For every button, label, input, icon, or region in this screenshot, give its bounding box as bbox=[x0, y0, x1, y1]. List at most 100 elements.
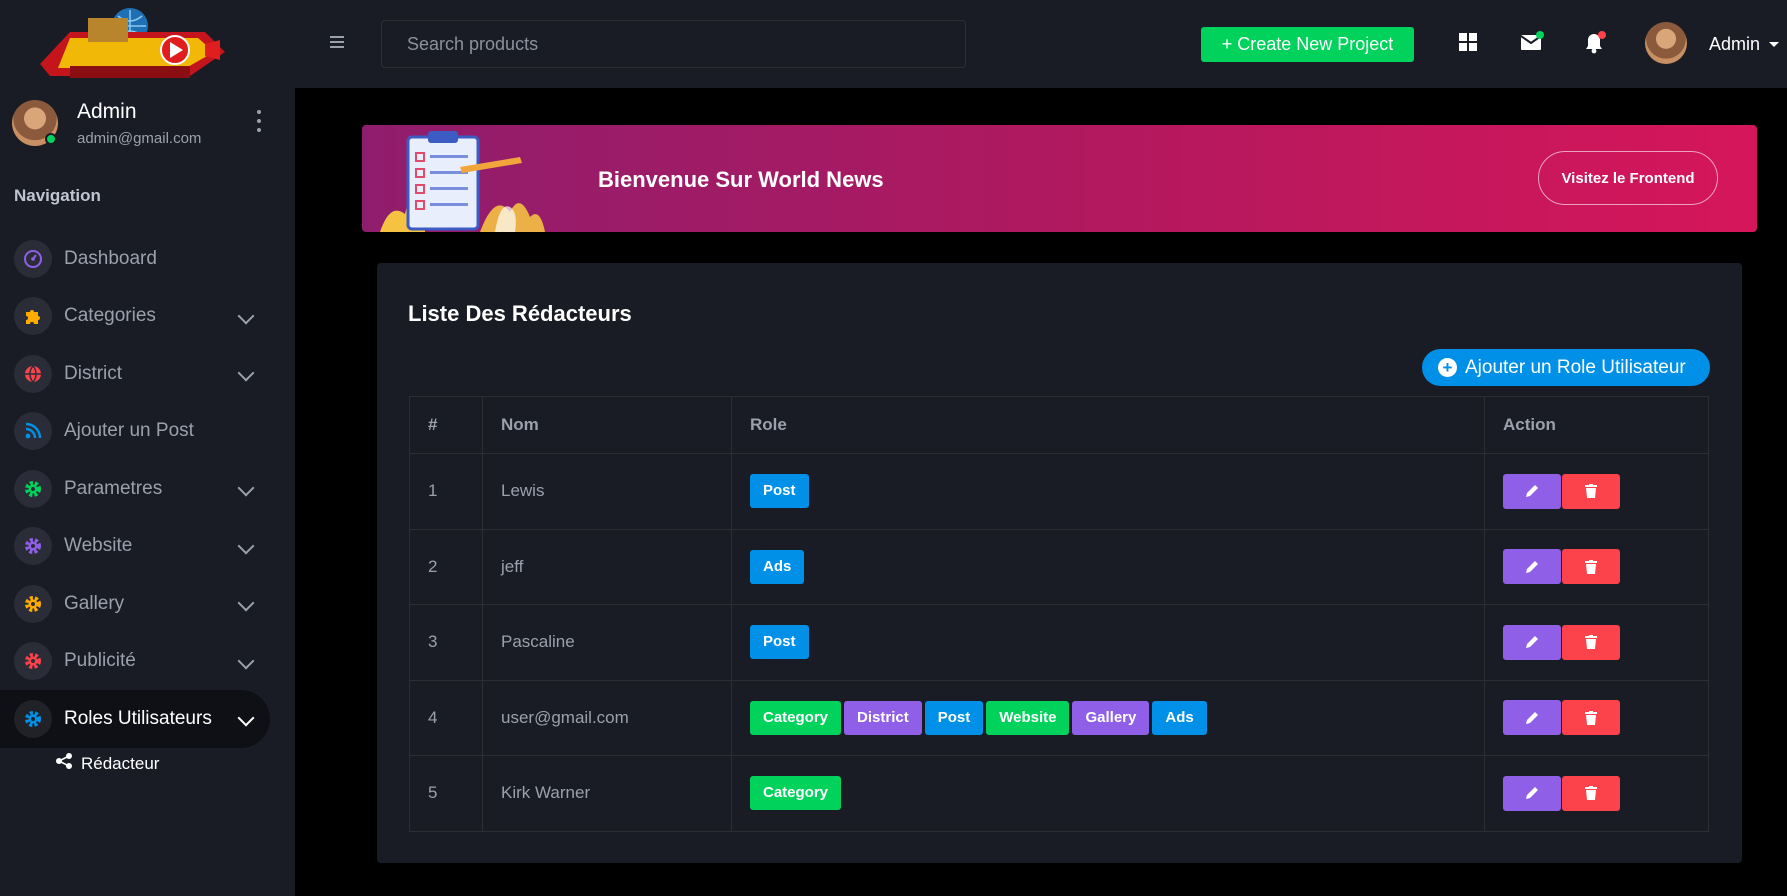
sidebar-item-label: Roles Utilisateurs bbox=[64, 707, 212, 729]
pencil-icon bbox=[1526, 485, 1538, 498]
add-role-button[interactable]: + Ajouter un Role Utilisateur bbox=[1422, 349, 1710, 386]
sidebar-item-publicite[interactable]: Publicité bbox=[0, 633, 295, 691]
row-roles: Ads bbox=[731, 528, 1485, 605]
row-actions bbox=[1484, 679, 1709, 756]
row-actions bbox=[1484, 528, 1709, 605]
puzzle-icon bbox=[14, 297, 52, 336]
sidebar-item-label: Dashboard bbox=[64, 247, 157, 269]
edit-button[interactable] bbox=[1503, 473, 1561, 509]
nav-title: Navigation bbox=[14, 186, 101, 205]
role-badge: Ads bbox=[750, 549, 805, 584]
trash-icon bbox=[1585, 484, 1597, 499]
sidebar: Admin admin@gmail.com Navigation Dashboa… bbox=[0, 0, 295, 896]
sidebar-item-label: Ajouter un Post bbox=[64, 420, 194, 442]
header-number: # bbox=[409, 396, 483, 454]
table-header-row: # Nom Role Action bbox=[409, 396, 1709, 454]
role-badge: Ads bbox=[1152, 700, 1207, 735]
welcome-banner: Bienvenue Sur World News Visitez le Fron… bbox=[362, 125, 1757, 232]
chevron-down-icon bbox=[237, 307, 255, 324]
pencil-icon bbox=[1526, 711, 1538, 724]
notification-dot bbox=[1598, 31, 1606, 39]
create-project-button[interactable]: + Create New Project bbox=[1201, 27, 1414, 62]
sidebar-item-ajouter-post[interactable]: Ajouter un Post bbox=[0, 403, 295, 461]
sidebar-subitem-redacteur[interactable]: Rédacteur bbox=[55, 752, 159, 775]
sidebar-profile[interactable]: Admin admin@gmail.com bbox=[12, 96, 282, 156]
sidebar-item-roles-utilisateurs[interactable]: Roles Utilisateurs bbox=[0, 690, 270, 748]
header-nom: Nom bbox=[482, 396, 732, 454]
grid-icon[interactable] bbox=[1458, 32, 1480, 54]
sidebar-item-gallery[interactable]: Gallery bbox=[0, 575, 295, 633]
header-action: Action bbox=[1484, 396, 1709, 454]
sidebar-item-dashboard[interactable]: Dashboard bbox=[0, 230, 295, 288]
mail-icon[interactable] bbox=[1520, 31, 1544, 54]
card-title: Liste Des Rédacteurs bbox=[408, 301, 632, 326]
user-menu-label[interactable]: Admin bbox=[1709, 34, 1760, 55]
share-icon bbox=[55, 752, 73, 775]
delete-button[interactable] bbox=[1562, 700, 1620, 736]
edit-button[interactable] bbox=[1503, 700, 1561, 736]
role-badge: Post bbox=[750, 474, 809, 509]
row-actions bbox=[1484, 453, 1709, 530]
row-name: Pascaline bbox=[482, 604, 732, 681]
delete-button[interactable] bbox=[1562, 624, 1620, 660]
row-name: jeff bbox=[482, 528, 732, 605]
row-roles: Category District Post Website Gallery Ads bbox=[731, 679, 1485, 756]
delete-button[interactable] bbox=[1562, 775, 1620, 811]
role-badge: Post bbox=[750, 625, 809, 660]
gear-icon bbox=[14, 642, 52, 681]
sidebar-subitem-label: Rédacteur bbox=[81, 753, 160, 773]
pencil-icon bbox=[1526, 560, 1538, 573]
sidebar-item-label: Categories bbox=[64, 305, 156, 327]
clipboard-illustration bbox=[380, 127, 555, 232]
bell-icon[interactable] bbox=[1584, 31, 1606, 54]
profile-name: Admin bbox=[77, 100, 137, 123]
edit-button[interactable] bbox=[1503, 624, 1561, 660]
table-row: 5 Kirk Warner Category bbox=[409, 755, 1709, 832]
chevron-down-icon bbox=[237, 364, 255, 382]
caret-down-icon[interactable] bbox=[1769, 42, 1779, 47]
pencil-icon bbox=[1526, 636, 1538, 649]
sidebar-item-website[interactable]: Website bbox=[0, 518, 295, 576]
row-roles: Post bbox=[731, 453, 1485, 530]
chevron-down-icon bbox=[237, 537, 255, 554]
chevron-down-icon bbox=[237, 594, 255, 612]
chevron-down-icon bbox=[237, 652, 255, 669]
sidebar-item-label: Website bbox=[64, 535, 133, 557]
kebab-menu-icon[interactable] bbox=[255, 110, 263, 132]
redacteurs-card: Liste Des Rédacteurs + Ajouter un Role U… bbox=[377, 263, 1742, 863]
sidebar-item-parametres[interactable]: Parametres bbox=[0, 460, 295, 518]
role-badge: District bbox=[844, 700, 922, 735]
gear-icon bbox=[14, 527, 52, 566]
sidebar-item-label: Parametres bbox=[64, 477, 163, 499]
redacteurs-table: # Nom Role Action 1 Lewis Post 2 jeff Ad… bbox=[409, 396, 1709, 832]
sidebar-item-categories[interactable]: Categories bbox=[0, 288, 295, 346]
sidebar-item-district[interactable]: District bbox=[0, 345, 295, 403]
chevron-down-icon bbox=[237, 709, 255, 727]
speedometer-icon bbox=[14, 239, 52, 278]
user-avatar[interactable] bbox=[1645, 22, 1687, 64]
table-row: 4 user@gmail.com Category District Post Web… bbox=[409, 679, 1709, 756]
row-name: Kirk Warner bbox=[482, 755, 732, 832]
delete-button[interactable] bbox=[1562, 473, 1620, 509]
brand-logo[interactable] bbox=[30, 4, 245, 86]
row-number: 2 bbox=[409, 528, 483, 605]
sidebar-item-label: Publicité bbox=[64, 650, 136, 672]
delete-button[interactable] bbox=[1562, 549, 1620, 585]
role-badge: Category bbox=[750, 776, 842, 811]
row-number: 3 bbox=[409, 604, 483, 681]
search-input[interactable] bbox=[381, 20, 966, 68]
table-row: 3 Pascaline Post bbox=[409, 604, 1709, 681]
trash-icon bbox=[1585, 710, 1597, 725]
edit-button[interactable] bbox=[1503, 775, 1561, 811]
edit-button[interactable] bbox=[1503, 549, 1561, 585]
table-row: 2 jeff Ads bbox=[409, 528, 1709, 605]
visit-frontend-button[interactable]: Visitez le Frontend bbox=[1538, 151, 1718, 205]
trash-icon bbox=[1585, 559, 1597, 574]
row-number: 4 bbox=[409, 679, 483, 756]
sidebar-nav: Dashboard Categories District Ajouter un… bbox=[0, 230, 295, 748]
role-badge: Category bbox=[750, 700, 842, 735]
mail-status-dot bbox=[1536, 31, 1544, 39]
hamburger-menu-icon[interactable] bbox=[330, 36, 344, 48]
add-role-label: Ajouter un Role Utilisateur bbox=[1465, 356, 1686, 378]
feed-icon bbox=[14, 412, 52, 451]
